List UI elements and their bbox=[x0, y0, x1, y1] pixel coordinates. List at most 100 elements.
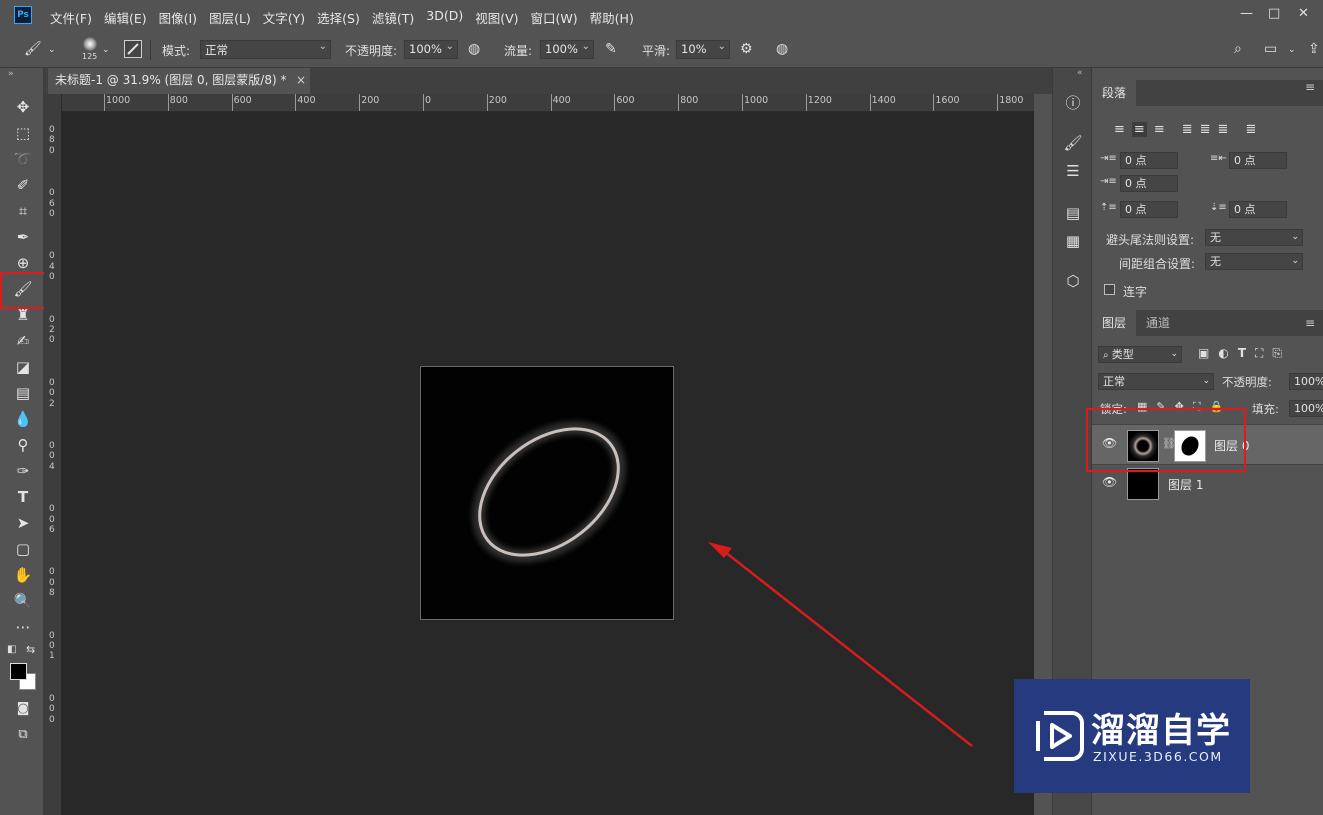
blur-tool-icon[interactable]: 💧 bbox=[10, 408, 36, 430]
screen-mode-icon[interactable]: ⧉ bbox=[10, 724, 36, 746]
paragraph-icon[interactable]: ▦ bbox=[1062, 230, 1084, 252]
blend-mode-select[interactable]: 正常 ⌄ bbox=[1098, 373, 1214, 390]
search-icon[interactable]: ⌕ bbox=[1234, 41, 1242, 57]
history-brush-tool-icon[interactable]: ✍ bbox=[10, 330, 36, 352]
filter-adjustment-icon[interactable]: ◐ bbox=[1218, 346, 1228, 361]
eyedropper-tool-icon[interactable]: ✒ bbox=[10, 226, 36, 248]
shape-tool-icon[interactable]: ▢ bbox=[10, 538, 36, 560]
indent-first-input[interactable]: 0 点 bbox=[1120, 175, 1178, 192]
tab-channels[interactable]: 通道 bbox=[1136, 310, 1180, 336]
gear-icon[interactable]: ⚙ bbox=[740, 41, 753, 57]
gradient-tool-icon[interactable]: ▤ bbox=[10, 382, 36, 404]
ruler-tick-label: 0 bbox=[49, 504, 55, 515]
flow-input[interactable]: 100% ⌄ bbox=[540, 40, 594, 59]
close-window-button[interactable]: ✕ bbox=[1298, 6, 1309, 21]
opacity-input[interactable]: 100% ⌄ bbox=[404, 40, 458, 59]
menu-select[interactable]: 选择(S) bbox=[317, 8, 360, 27]
justify-right-icon[interactable]: ≣ bbox=[1218, 122, 1229, 137]
chevron-down-icon[interactable]: ⌄ bbox=[1288, 42, 1296, 58]
filter-shape-icon[interactable]: ⛶ bbox=[1255, 346, 1263, 361]
close-tab-icon[interactable]: × bbox=[296, 68, 306, 92]
quick-mask-icon[interactable]: ◙ bbox=[10, 698, 36, 720]
filter-smart-icon[interactable]: ⎘ bbox=[1272, 346, 1282, 361]
menu-layer[interactable]: 图层(L) bbox=[209, 8, 251, 27]
hand-tool-icon[interactable]: ✋ bbox=[10, 564, 36, 586]
zoom-tool-icon[interactable]: 🔍 bbox=[10, 590, 36, 612]
filter-type-icon[interactable]: T bbox=[1238, 346, 1246, 361]
indent-left-input[interactable]: 0 点 bbox=[1120, 152, 1178, 169]
pressure-size-icon[interactable]: ◍ bbox=[776, 41, 788, 57]
align-center-icon[interactable]: ≡ bbox=[1131, 122, 1147, 137]
chevron-down-icon[interactable]: ⌄ bbox=[48, 42, 56, 58]
more-tools-icon[interactable]: ⋯ bbox=[10, 616, 36, 638]
panel-menu-icon[interactable]: ≡ bbox=[1305, 80, 1315, 94]
justify-center-icon[interactable]: ≣ bbox=[1200, 122, 1211, 137]
panel-menu-icon[interactable]: ≡ bbox=[1305, 310, 1315, 336]
eraser-tool-icon[interactable]: ◪ bbox=[10, 356, 36, 378]
menu-edit[interactable]: 编辑(E) bbox=[104, 8, 147, 27]
menu-3d[interactable]: 3D(D) bbox=[426, 8, 463, 27]
pressure-opacity-icon[interactable]: ◍ bbox=[468, 41, 480, 57]
kinsoku-select[interactable]: 无 ⌄ bbox=[1205, 229, 1303, 246]
indent-right-input[interactable]: 0 点 bbox=[1229, 152, 1287, 169]
move-tool-icon[interactable]: ✥ bbox=[10, 96, 36, 118]
collapse-icon[interactable]: » bbox=[8, 69, 14, 79]
swap-colors-icon[interactable]: ⇆ bbox=[26, 643, 35, 656]
menu-window[interactable]: 窗口(W) bbox=[531, 8, 578, 27]
align-right-icon[interactable]: ≡ bbox=[1154, 122, 1165, 137]
adjustments-icon[interactable]: ☰ bbox=[1062, 160, 1084, 182]
filter-pixel-icon[interactable]: ▣ bbox=[1198, 346, 1209, 361]
justify-left-icon[interactable]: ≣ bbox=[1182, 122, 1193, 137]
default-colors-icon[interactable]: ◧ bbox=[7, 644, 16, 655]
minimize-button[interactable]: — bbox=[1240, 6, 1253, 21]
brush-panel-toggle-icon[interactable] bbox=[124, 40, 142, 58]
marquee-tool-icon[interactable]: ⬚ bbox=[10, 122, 36, 144]
layer-opacity-input[interactable]: 100% bbox=[1289, 373, 1323, 390]
lasso-tool-icon[interactable]: ➰ bbox=[10, 148, 36, 170]
justify-all-icon[interactable]: ≣ bbox=[1245, 122, 1256, 137]
brush-settings-icon[interactable]: 🖌 bbox=[1062, 132, 1084, 154]
chevron-down-icon[interactable]: ⌄ bbox=[102, 42, 110, 58]
path-select-tool-icon[interactable]: ➤ bbox=[10, 512, 36, 534]
hyphenate-checkbox[interactable] bbox=[1104, 284, 1115, 295]
type-tool-icon[interactable]: T bbox=[10, 486, 36, 508]
ruler-tick bbox=[805, 94, 807, 111]
pen-tool-icon[interactable]: ✑ bbox=[10, 460, 36, 482]
brush-preset-icon[interactable]: 🖌 bbox=[24, 41, 42, 57]
layer-name[interactable]: 图层 1 bbox=[1168, 476, 1203, 493]
tab-layers[interactable]: 图层 bbox=[1092, 310, 1137, 336]
menu-filter[interactable]: 滤镜(T) bbox=[372, 8, 414, 27]
layer-filter-select[interactable]: ⌕ 类型 ⌄ bbox=[1098, 346, 1182, 363]
align-left-icon[interactable]: ≡ bbox=[1114, 122, 1125, 137]
space-after-input[interactable]: 0 点 bbox=[1229, 201, 1287, 218]
tab-paragraph[interactable]: 段落 bbox=[1092, 80, 1137, 106]
brush-tip-preview[interactable] bbox=[83, 37, 97, 51]
menu-image[interactable]: 图像(I) bbox=[159, 8, 197, 27]
share-icon[interactable]: ⇪ bbox=[1308, 41, 1320, 57]
space-before-input[interactable]: 0 点 bbox=[1120, 201, 1178, 218]
restore-button[interactable]: □ bbox=[1268, 6, 1280, 21]
mode-select[interactable]: 正常 ⌄ bbox=[200, 40, 331, 59]
collapse-icon[interactable]: « bbox=[1077, 68, 1083, 78]
crop-tool-icon[interactable]: ⌗ bbox=[10, 200, 36, 222]
airbrush-icon[interactable]: ✎ bbox=[605, 41, 617, 57]
workspace-icon[interactable]: ▭ bbox=[1264, 41, 1277, 57]
foreground-color-swatch[interactable] bbox=[10, 663, 27, 680]
menu-type[interactable]: 文字(Y) bbox=[263, 8, 305, 27]
menu-view[interactable]: 视图(V) bbox=[475, 8, 518, 27]
canvas-area[interactable] bbox=[62, 112, 1034, 815]
smoothing-input[interactable]: 10% ⌄ bbox=[676, 40, 730, 59]
fill-input[interactable]: 100% bbox=[1289, 400, 1323, 417]
mojikumi-label: 间距组合设置: bbox=[1119, 257, 1196, 271]
menu-file[interactable]: 文件(F) bbox=[50, 8, 92, 27]
menu-help[interactable]: 帮助(H) bbox=[590, 8, 634, 27]
dodge-tool-icon[interactable]: ⚲ bbox=[10, 434, 36, 456]
eye-icon[interactable]: 👁 bbox=[1102, 475, 1117, 489]
3d-icon[interactable]: ⬡ bbox=[1062, 270, 1084, 292]
info-icon[interactable]: ⓘ bbox=[1062, 92, 1084, 114]
document-tab[interactable]: 未标题-1 @ 31.9% (图层 0, 图层蒙版/8) * × bbox=[48, 68, 310, 94]
character-icon[interactable]: ▤ bbox=[1062, 202, 1084, 224]
healing-brush-tool-icon[interactable]: ⊕ bbox=[10, 252, 36, 274]
mojikumi-select[interactable]: 无 ⌄ bbox=[1205, 253, 1303, 270]
quick-select-tool-icon[interactable]: ✐ bbox=[10, 174, 36, 196]
